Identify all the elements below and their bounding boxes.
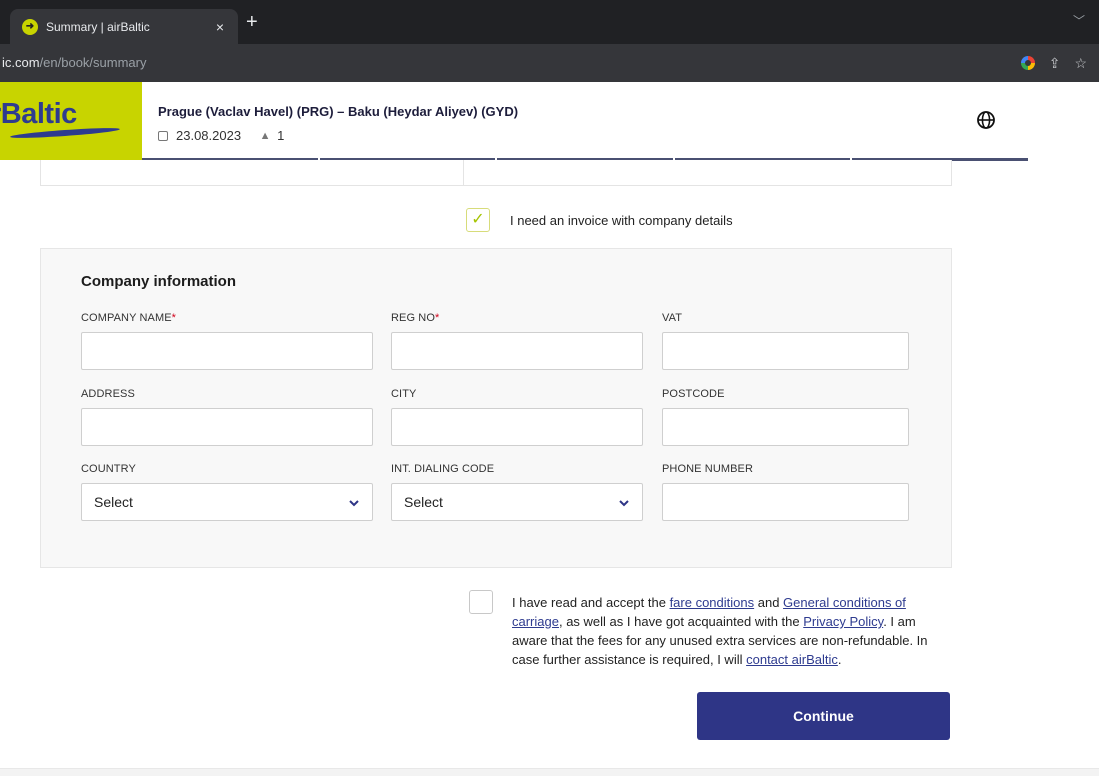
logo-text: rBaltic bbox=[0, 98, 77, 130]
browser-tab-bar: ➜ Summary | airBaltic × + ﹀ bbox=[0, 0, 1099, 44]
contact-airbaltic-link[interactable]: contact airBaltic bbox=[746, 652, 838, 667]
reg-no-label: REG NO* bbox=[391, 312, 440, 324]
privacy-policy-link[interactable]: Privacy Policy bbox=[803, 614, 883, 629]
passenger-count: 1 bbox=[277, 128, 285, 143]
postcode-label: POSTCODE bbox=[662, 388, 725, 400]
close-tab-icon[interactable]: × bbox=[212, 19, 228, 35]
url-path: /en/book/summary bbox=[39, 55, 147, 70]
route-title: Prague (Vaclav Havel) (PRG) – Baku (Heyd… bbox=[158, 104, 519, 119]
city-input[interactable] bbox=[391, 408, 643, 446]
url-field[interactable]: ic.com/en/book/summary bbox=[0, 44, 147, 82]
city-label: CITY bbox=[391, 388, 417, 400]
dialing-code-select[interactable]: Select bbox=[391, 483, 643, 521]
invoice-checkbox[interactable]: ✓ bbox=[466, 208, 490, 232]
globe-icon[interactable] bbox=[976, 110, 996, 130]
tab-title: Summary | airBaltic bbox=[46, 19, 150, 34]
country-select[interactable]: Select bbox=[81, 483, 373, 521]
chevron-down-icon bbox=[349, 500, 359, 507]
address-label: ADDRESS bbox=[81, 388, 135, 400]
panel-title: Company information bbox=[81, 273, 237, 290]
trip-meta: 23.08.2023 ▲ 1 bbox=[158, 128, 284, 143]
browser-tab[interactable]: ➜ Summary | airBaltic × bbox=[10, 9, 238, 44]
country-label: COUNTRY bbox=[81, 463, 136, 475]
new-tab-icon[interactable]: + bbox=[246, 12, 258, 32]
bookmark-star-icon[interactable]: ☆ bbox=[1074, 55, 1087, 72]
invoice-label: I need an invoice with company details bbox=[510, 212, 733, 228]
country-select-value: Select bbox=[94, 494, 133, 510]
airbaltic-favicon-icon: ➜ bbox=[22, 18, 38, 35]
fare-conditions-link[interactable]: fare conditions bbox=[670, 595, 755, 610]
checkmark-icon: ✓ bbox=[471, 211, 485, 228]
chevron-down-icon bbox=[619, 500, 629, 507]
company-name-input[interactable] bbox=[81, 332, 373, 370]
invoice-option: ✓ I need an invoice with company details bbox=[466, 208, 733, 232]
reg-no-input[interactable] bbox=[391, 332, 643, 370]
previous-section-card bbox=[40, 160, 952, 186]
vat-label: VAT bbox=[662, 312, 683, 324]
address-bar: ic.com/en/book/summary ⇪ ☆ bbox=[0, 44, 1099, 82]
continue-button[interactable]: Continue bbox=[697, 692, 950, 740]
url-host: ic.com bbox=[2, 55, 40, 70]
terms-checkbox[interactable] bbox=[469, 590, 493, 614]
share-icon[interactable]: ⇪ bbox=[1049, 55, 1061, 72]
company-name-label: COMPANY NAME* bbox=[81, 312, 177, 324]
dialing-code-select-value: Select bbox=[404, 494, 443, 510]
tab-search-chevron-icon[interactable]: ﹀ bbox=[1073, 12, 1085, 29]
vat-input[interactable] bbox=[662, 332, 909, 370]
card-divider bbox=[463, 160, 464, 186]
phone-number-label: PHONE NUMBER bbox=[662, 463, 754, 475]
address-input[interactable] bbox=[81, 408, 373, 446]
calendar-icon bbox=[158, 130, 168, 141]
page-footer-edge bbox=[0, 768, 1099, 776]
dialing-code-label: INT. DIALING CODE bbox=[391, 463, 495, 475]
address-bar-actions: ⇪ ☆ bbox=[1020, 44, 1087, 82]
airbaltic-logo[interactable]: rBaltic bbox=[0, 82, 142, 160]
terms-text: I have read and accept the fare conditio… bbox=[512, 595, 928, 667]
site-header: rBaltic Prague (Vaclav Havel) (PRG) – Ba… bbox=[0, 82, 1099, 161]
company-information-panel: Company information COMPANY NAME* REG NO… bbox=[40, 248, 952, 568]
passenger-icon: ▲ bbox=[259, 129, 271, 142]
postcode-input[interactable] bbox=[662, 408, 909, 446]
phone-number-input[interactable] bbox=[662, 483, 909, 521]
travel-date: 23.08.2023 bbox=[176, 128, 242, 143]
google-icon[interactable] bbox=[1020, 56, 1035, 70]
